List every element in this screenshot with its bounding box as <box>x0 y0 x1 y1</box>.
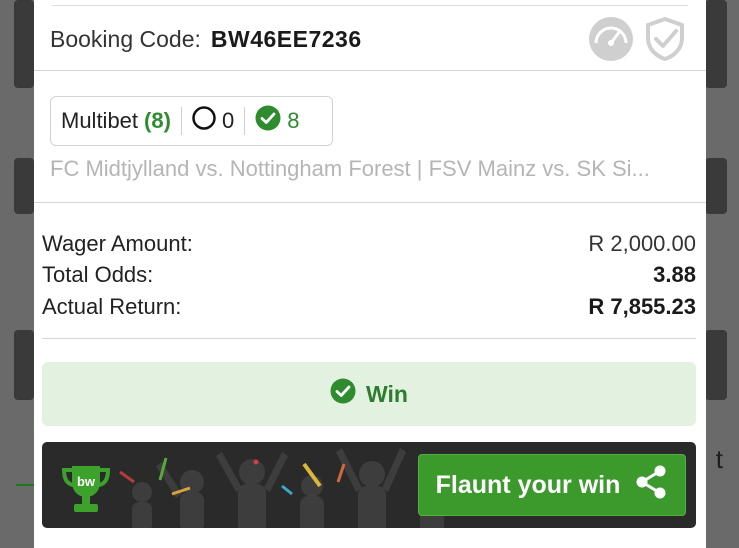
trophy-icon: bw <box>61 466 111 512</box>
background-right: t <box>705 0 739 548</box>
won-count: 8 <box>287 108 300 133</box>
divider <box>34 202 706 203</box>
logo-text: bw <box>77 474 96 489</box>
return-value: R 7,855.23 <box>588 293 696 319</box>
background-left <box>0 0 34 548</box>
pending-count: 0 <box>221 108 235 133</box>
return-label: Actual Return: <box>42 293 182 319</box>
booking-code[interactable]: BW46EE7236 <box>211 26 362 53</box>
odds-label: Total Odds: <box>42 262 154 288</box>
multibet-summary[interactable]: Multibet (8) 0 8 <box>50 96 333 146</box>
share-icon <box>634 464 668 507</box>
wager-label: Wager Amount: <box>42 230 193 256</box>
odds-row: Total Odds: 3.88 <box>42 260 696 292</box>
wager-row: Wager Amount: R 2,000.00 <box>42 228 696 260</box>
result-label: Win <box>366 380 408 407</box>
multibet-label: Multibet <box>61 108 139 133</box>
shield-check-icon[interactable] <box>644 16 686 62</box>
pending-circle-icon <box>192 106 216 136</box>
speedometer-icon[interactable] <box>588 16 634 62</box>
won-check-icon <box>255 105 281 137</box>
booking-label: Booking Code: <box>50 25 201 52</box>
flaunt-button-label: Flaunt your win <box>435 470 621 499</box>
odds-value: 3.88 <box>653 262 696 288</box>
bet-card: Booking Code: BW46EE7236 Multibet (8) 0 <box>34 0 706 548</box>
matches-list[interactable]: FC Midtjylland vs. Nottingham Forest | F… <box>50 156 690 182</box>
check-circle-icon <box>330 378 356 410</box>
return-row: Actual Return: R 7,855.23 <box>42 291 696 323</box>
wager-value: R 2,000.00 <box>588 230 696 256</box>
multibet-count: (8) <box>144 108 171 133</box>
result-status: Win <box>42 362 696 426</box>
divider <box>42 338 696 339</box>
flaunt-win-button[interactable]: Flaunt your win <box>418 454 686 516</box>
divider <box>34 70 706 71</box>
flaunt-banner: bw Flaunt your win <box>42 442 696 528</box>
booking-icons <box>588 16 686 62</box>
background-letter: t <box>715 444 723 474</box>
bet-summary: Wager Amount: R 2,000.00 Total Odds: 3.8… <box>42 228 696 323</box>
divider <box>52 5 688 6</box>
